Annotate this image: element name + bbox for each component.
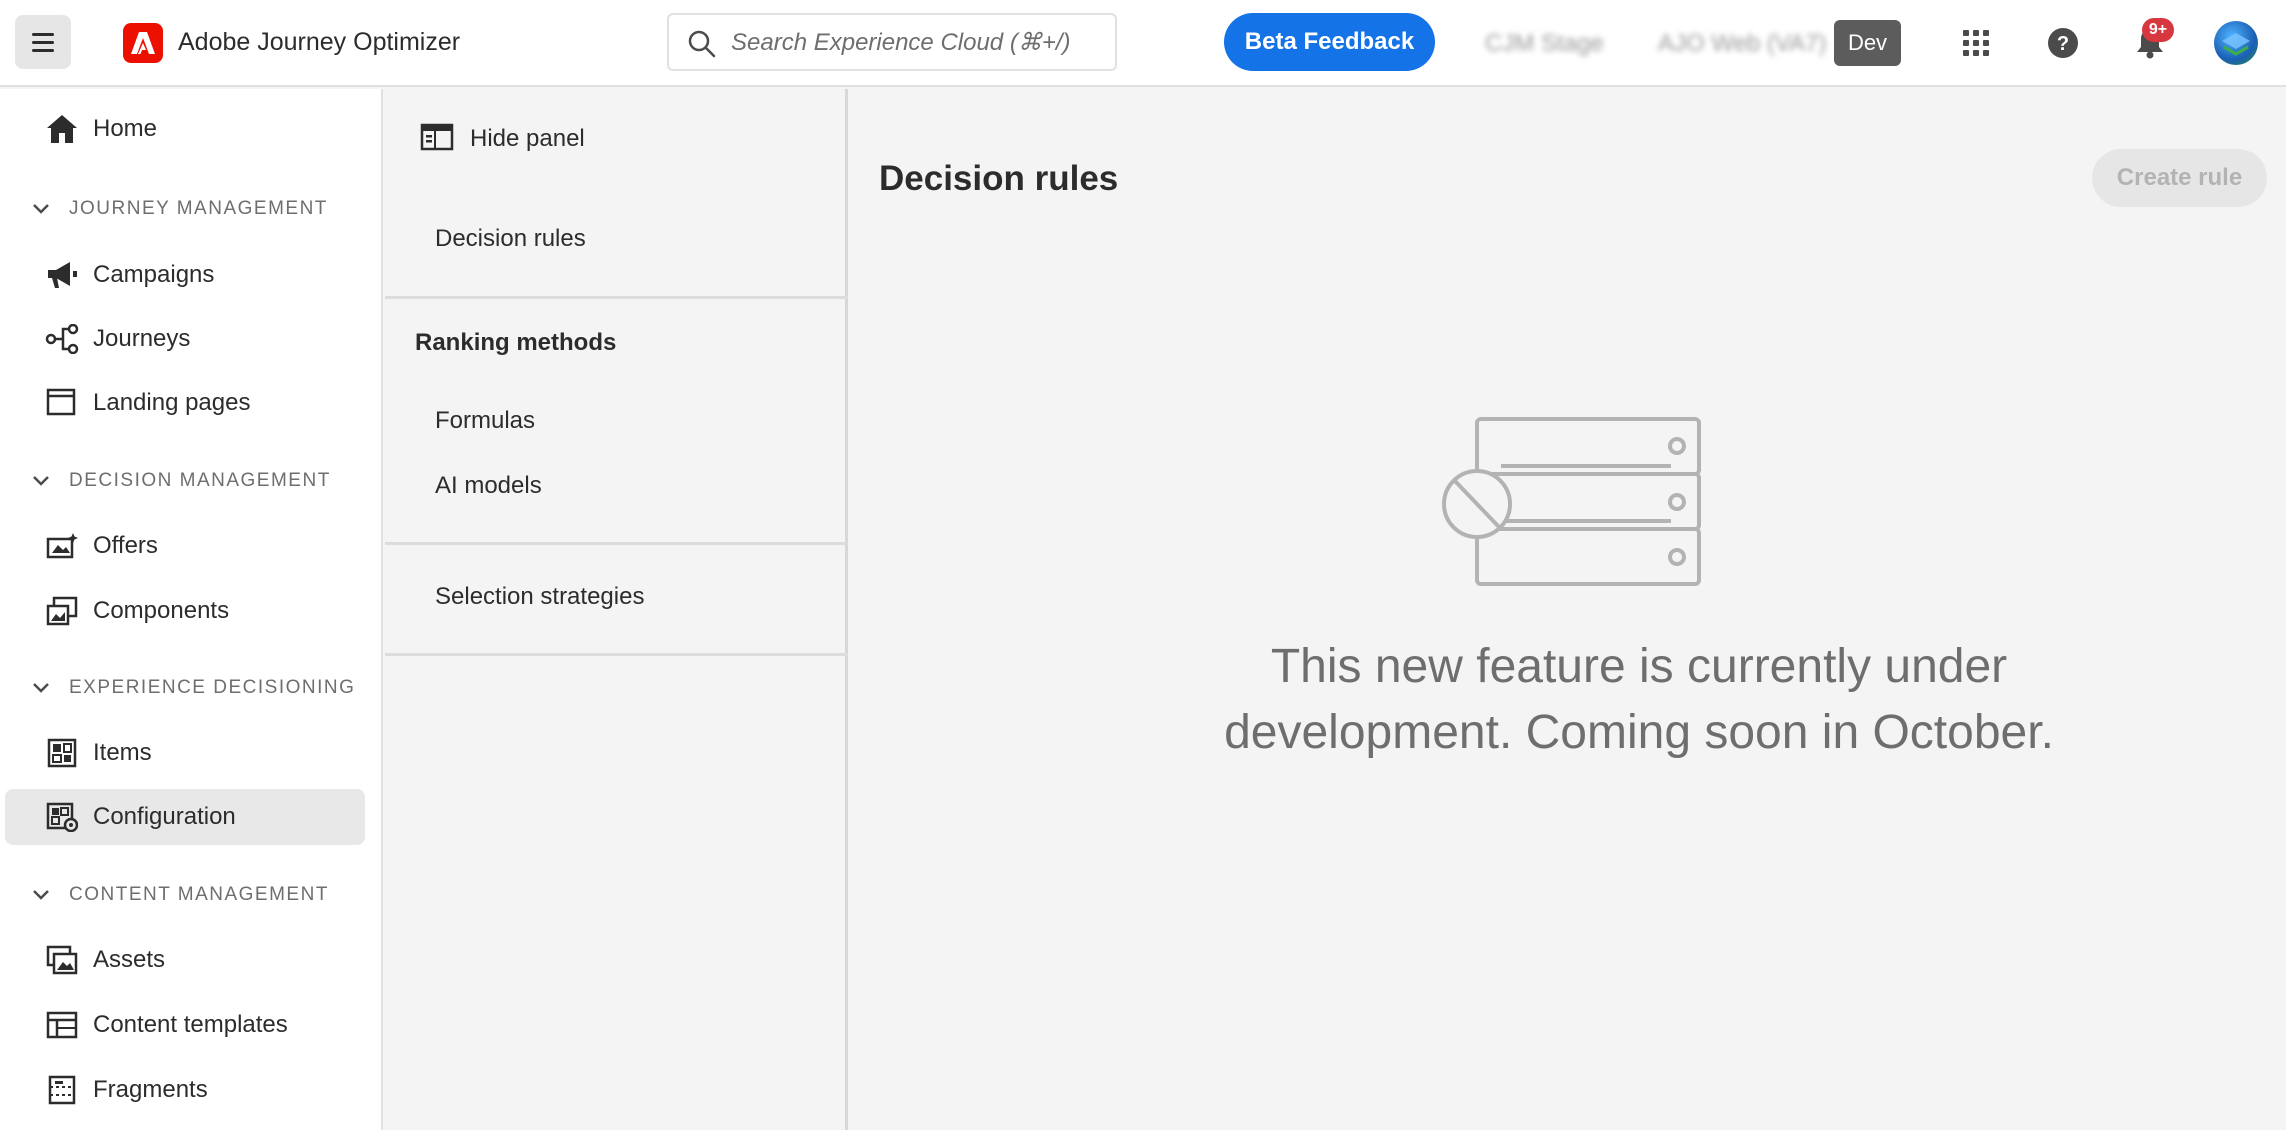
chevron-down-icon (30, 198, 52, 220)
search-input[interactable] (731, 25, 1101, 61)
help-icon[interactable]: ? (2042, 22, 2084, 64)
nav-item-landing-pages[interactable]: Landing pages (5, 375, 365, 431)
divider (385, 296, 848, 299)
search-box[interactable] (667, 13, 1117, 71)
items-icon (45, 737, 79, 769)
panel-link-ai-models[interactable]: AI models (435, 472, 542, 500)
hide-panel-button[interactable]: Hide panel (420, 119, 585, 159)
configuration-icon (45, 801, 79, 833)
panel-link-selection-strategies[interactable]: Selection strategies (435, 583, 644, 611)
section-decision-management[interactable]: DECISION MANAGEMENT (30, 466, 331, 496)
panel-link-decision-rules[interactable]: Decision rules (435, 225, 586, 253)
main-content: Decision rules Create rule This new feat… (851, 89, 2286, 1130)
create-rule-button[interactable]: Create rule (2092, 149, 2267, 207)
nav-item-journeys[interactable]: Journeys (5, 311, 365, 367)
chevron-down-icon (30, 470, 52, 492)
offers-icon (45, 530, 79, 562)
section-content-management[interactable]: CONTENT MANAGEMENT (30, 880, 329, 910)
empty-state-message: This new feature is currently under deve… (1224, 640, 2054, 759)
nav-item-items[interactable]: Items (5, 725, 365, 781)
empty-state-illustration (1441, 414, 1721, 599)
template-icon (45, 1009, 79, 1041)
search-icon (688, 30, 716, 58)
app-title[interactable]: Adobe Journey Optimizer (178, 28, 460, 57)
nav-item-components[interactable]: Components (5, 583, 365, 639)
megaphone-icon (45, 259, 79, 291)
chevron-down-icon (30, 677, 52, 699)
assets-icon (45, 944, 79, 976)
chevron-down-icon (30, 884, 52, 906)
nav-item-label: Home (93, 115, 158, 142)
org-switcher[interactable]: CJM Stage (1485, 30, 1604, 58)
nav-item-content-templates[interactable]: Content templates (5, 997, 365, 1053)
home-icon (45, 113, 79, 145)
nav-item-fragments[interactable]: Fragments (5, 1062, 365, 1118)
fragment-icon (45, 1074, 79, 1106)
nav-item-assets[interactable]: Assets (5, 932, 365, 988)
app-switcher-icon[interactable] (1955, 22, 1997, 64)
section-journey-management[interactable]: JOURNEY MANAGEMENT (30, 194, 328, 224)
nav-item-campaigns[interactable]: Campaigns (5, 247, 365, 303)
adobe-logo-icon[interactable] (123, 23, 163, 63)
menu-icon[interactable] (15, 15, 71, 69)
components-icon (45, 595, 79, 627)
nav-item-offers[interactable]: Offers (5, 518, 365, 574)
divider (385, 653, 848, 656)
landing-page-icon (45, 387, 79, 419)
left-navigation: Home JOURNEY MANAGEMENT Campaigns Journe… (0, 89, 383, 1130)
journey-icon (45, 323, 79, 355)
ranking-methods-heading: Ranking methods (415, 329, 617, 356)
nav-item-home[interactable]: Home (5, 101, 365, 157)
panel-toggle-icon (420, 123, 454, 156)
panel-link-formulas[interactable]: Formulas (435, 407, 535, 435)
notification-badge: 9+ (2142, 18, 2174, 42)
environment-badge[interactable]: Dev (1834, 20, 1901, 66)
beta-feedback-button[interactable]: Beta Feedback (1224, 13, 1435, 71)
sandbox-switcher[interactable]: AJO Web (VA7) (1658, 30, 1827, 58)
top-bar: Adobe Journey Optimizer Beta Feedback CJ… (0, 0, 2286, 87)
section-experience-decisioning[interactable]: EXPERIENCE DECISIONING (30, 673, 355, 703)
page-title: Decision rules (879, 159, 1119, 198)
nav-item-configuration[interactable]: Configuration (5, 789, 365, 845)
avatar[interactable] (2214, 21, 2258, 65)
secondary-panel: Hide panel Decision rules Ranking method… (385, 89, 848, 1130)
divider (385, 542, 848, 545)
svg-text:?: ? (2057, 33, 2069, 55)
